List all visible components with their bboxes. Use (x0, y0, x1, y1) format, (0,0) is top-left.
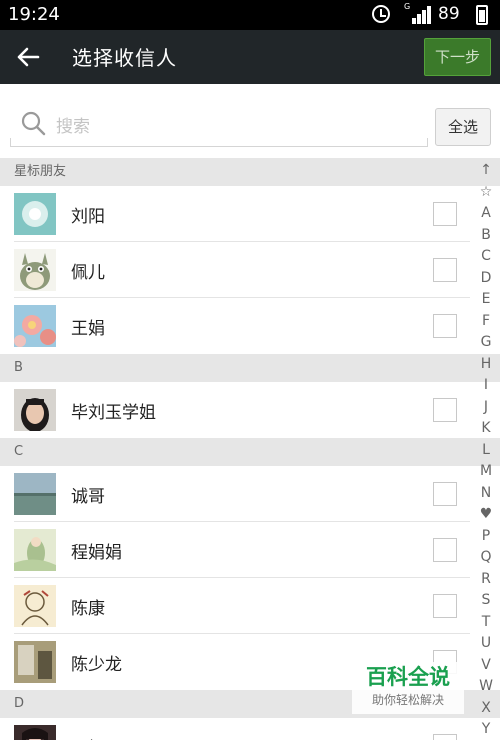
select-checkbox[interactable] (433, 314, 457, 338)
contact-name: 程娟娟 (71, 543, 122, 563)
alphabet-index-bar[interactable]: ↑ ☆ A B C D E F G H I J K L M N ♥ P Q R … (476, 160, 496, 740)
battery-icon (476, 5, 488, 25)
index-letter[interactable]: H (476, 354, 496, 376)
status-bar: 19:24 G 89 (0, 0, 500, 30)
contact-name: 陈少龙 (71, 655, 122, 675)
contact-name: 毕刘玉学姐 (71, 403, 156, 423)
contact-name: 刘阳 (71, 207, 105, 227)
next-step-button[interactable]: 下一步 (424, 38, 491, 76)
index-letter[interactable]: C (476, 246, 496, 268)
status-time: 19:24 (8, 4, 60, 25)
avatar (14, 193, 56, 235)
index-letter[interactable]: S (476, 590, 496, 612)
section-header-starred: 星标朋友 (0, 158, 500, 186)
index-letter[interactable]: J (476, 397, 496, 419)
avatar (14, 641, 56, 683)
index-letter[interactable]: U (476, 633, 496, 655)
select-checkbox[interactable] (433, 538, 457, 562)
watermark: 百科全说 助你轻松解决 (352, 662, 464, 714)
avatar (14, 249, 56, 291)
contact-name: 王娟 (71, 319, 105, 339)
index-letter[interactable]: N (476, 483, 496, 505)
contact-row[interactable]: 程娟娟 (0, 522, 500, 578)
index-letter[interactable]: W (476, 676, 496, 698)
index-letter[interactable]: A (476, 203, 496, 225)
select-checkbox[interactable] (433, 594, 457, 618)
index-letter[interactable]: P (476, 526, 496, 548)
contact-name: 佩儿 (71, 263, 105, 283)
index-letter[interactable]: L (476, 440, 496, 462)
contact-list: 星标朋友 刘阳 佩儿 王娟 B 毕刘玉学姐 C 诚哥 程娟娟 陈康 陈少龙 D (0, 158, 500, 740)
select-checkbox[interactable] (433, 398, 457, 422)
back-arrow-icon[interactable] (14, 43, 42, 71)
index-letter[interactable]: V (476, 655, 496, 677)
index-letter[interactable]: F (476, 311, 496, 333)
index-letter[interactable]: I (476, 375, 496, 397)
avatar (14, 529, 56, 571)
section-header-c: C (0, 438, 500, 466)
watermark-title: 百科全说 (366, 665, 450, 689)
contact-name: 陈康 (71, 599, 105, 619)
index-letter[interactable]: R (476, 569, 496, 591)
avatar (14, 725, 56, 740)
avatar (14, 473, 56, 515)
select-checkbox[interactable] (433, 258, 457, 282)
contact-row[interactable]: 毕刘玉学姐 (0, 382, 500, 438)
index-letter[interactable]: Y (476, 719, 496, 740)
watermark-subtitle: 助你轻松解决 (371, 693, 444, 707)
index-letter[interactable]: T (476, 612, 496, 634)
avatar (14, 305, 56, 347)
contact-row[interactable]: 王娟 (0, 298, 500, 354)
battery-level: 89 (438, 4, 460, 24)
contact-row[interactable]: 诚哥 (0, 466, 500, 522)
search-underline (10, 138, 428, 147)
select-all-button[interactable]: 全选 (435, 108, 491, 146)
index-letter[interactable]: B (476, 225, 496, 247)
search-input[interactable]: 搜索 (56, 112, 416, 137)
select-checkbox[interactable] (433, 734, 457, 740)
index-letter[interactable]: X (476, 698, 496, 720)
index-letter[interactable]: ↑ (476, 160, 496, 182)
search-icon (21, 111, 46, 136)
contact-name: 月姐 (71, 734, 105, 740)
page-title: 选择收信人 (72, 46, 177, 70)
index-letter[interactable]: ☆ (476, 182, 496, 204)
select-checkbox[interactable] (433, 202, 457, 226)
contact-row[interactable]: 月姐 (0, 718, 500, 740)
search-bar: 搜索 全选 (0, 84, 500, 158)
alarm-icon (372, 5, 390, 23)
index-letter[interactable]: M (476, 461, 496, 483)
index-letter[interactable]: E (476, 289, 496, 311)
index-letter[interactable]: D (476, 268, 496, 290)
avatar (14, 585, 56, 627)
index-letter[interactable]: Q (476, 547, 496, 569)
select-checkbox[interactable] (433, 482, 457, 506)
contact-name: 诚哥 (71, 487, 105, 507)
index-letter[interactable]: K (476, 418, 496, 440)
avatar (14, 389, 56, 431)
title-bar: 选择收信人 下一步 (0, 30, 500, 84)
index-letter[interactable]: G (476, 332, 496, 354)
contact-row[interactable]: 陈康 (0, 578, 500, 634)
index-letter[interactable]: ♥ (476, 504, 496, 526)
signal-icon (404, 4, 432, 24)
section-header-b: B (0, 354, 500, 382)
contact-row[interactable]: 刘阳 (0, 186, 500, 242)
contact-row[interactable]: 佩儿 (0, 242, 500, 298)
